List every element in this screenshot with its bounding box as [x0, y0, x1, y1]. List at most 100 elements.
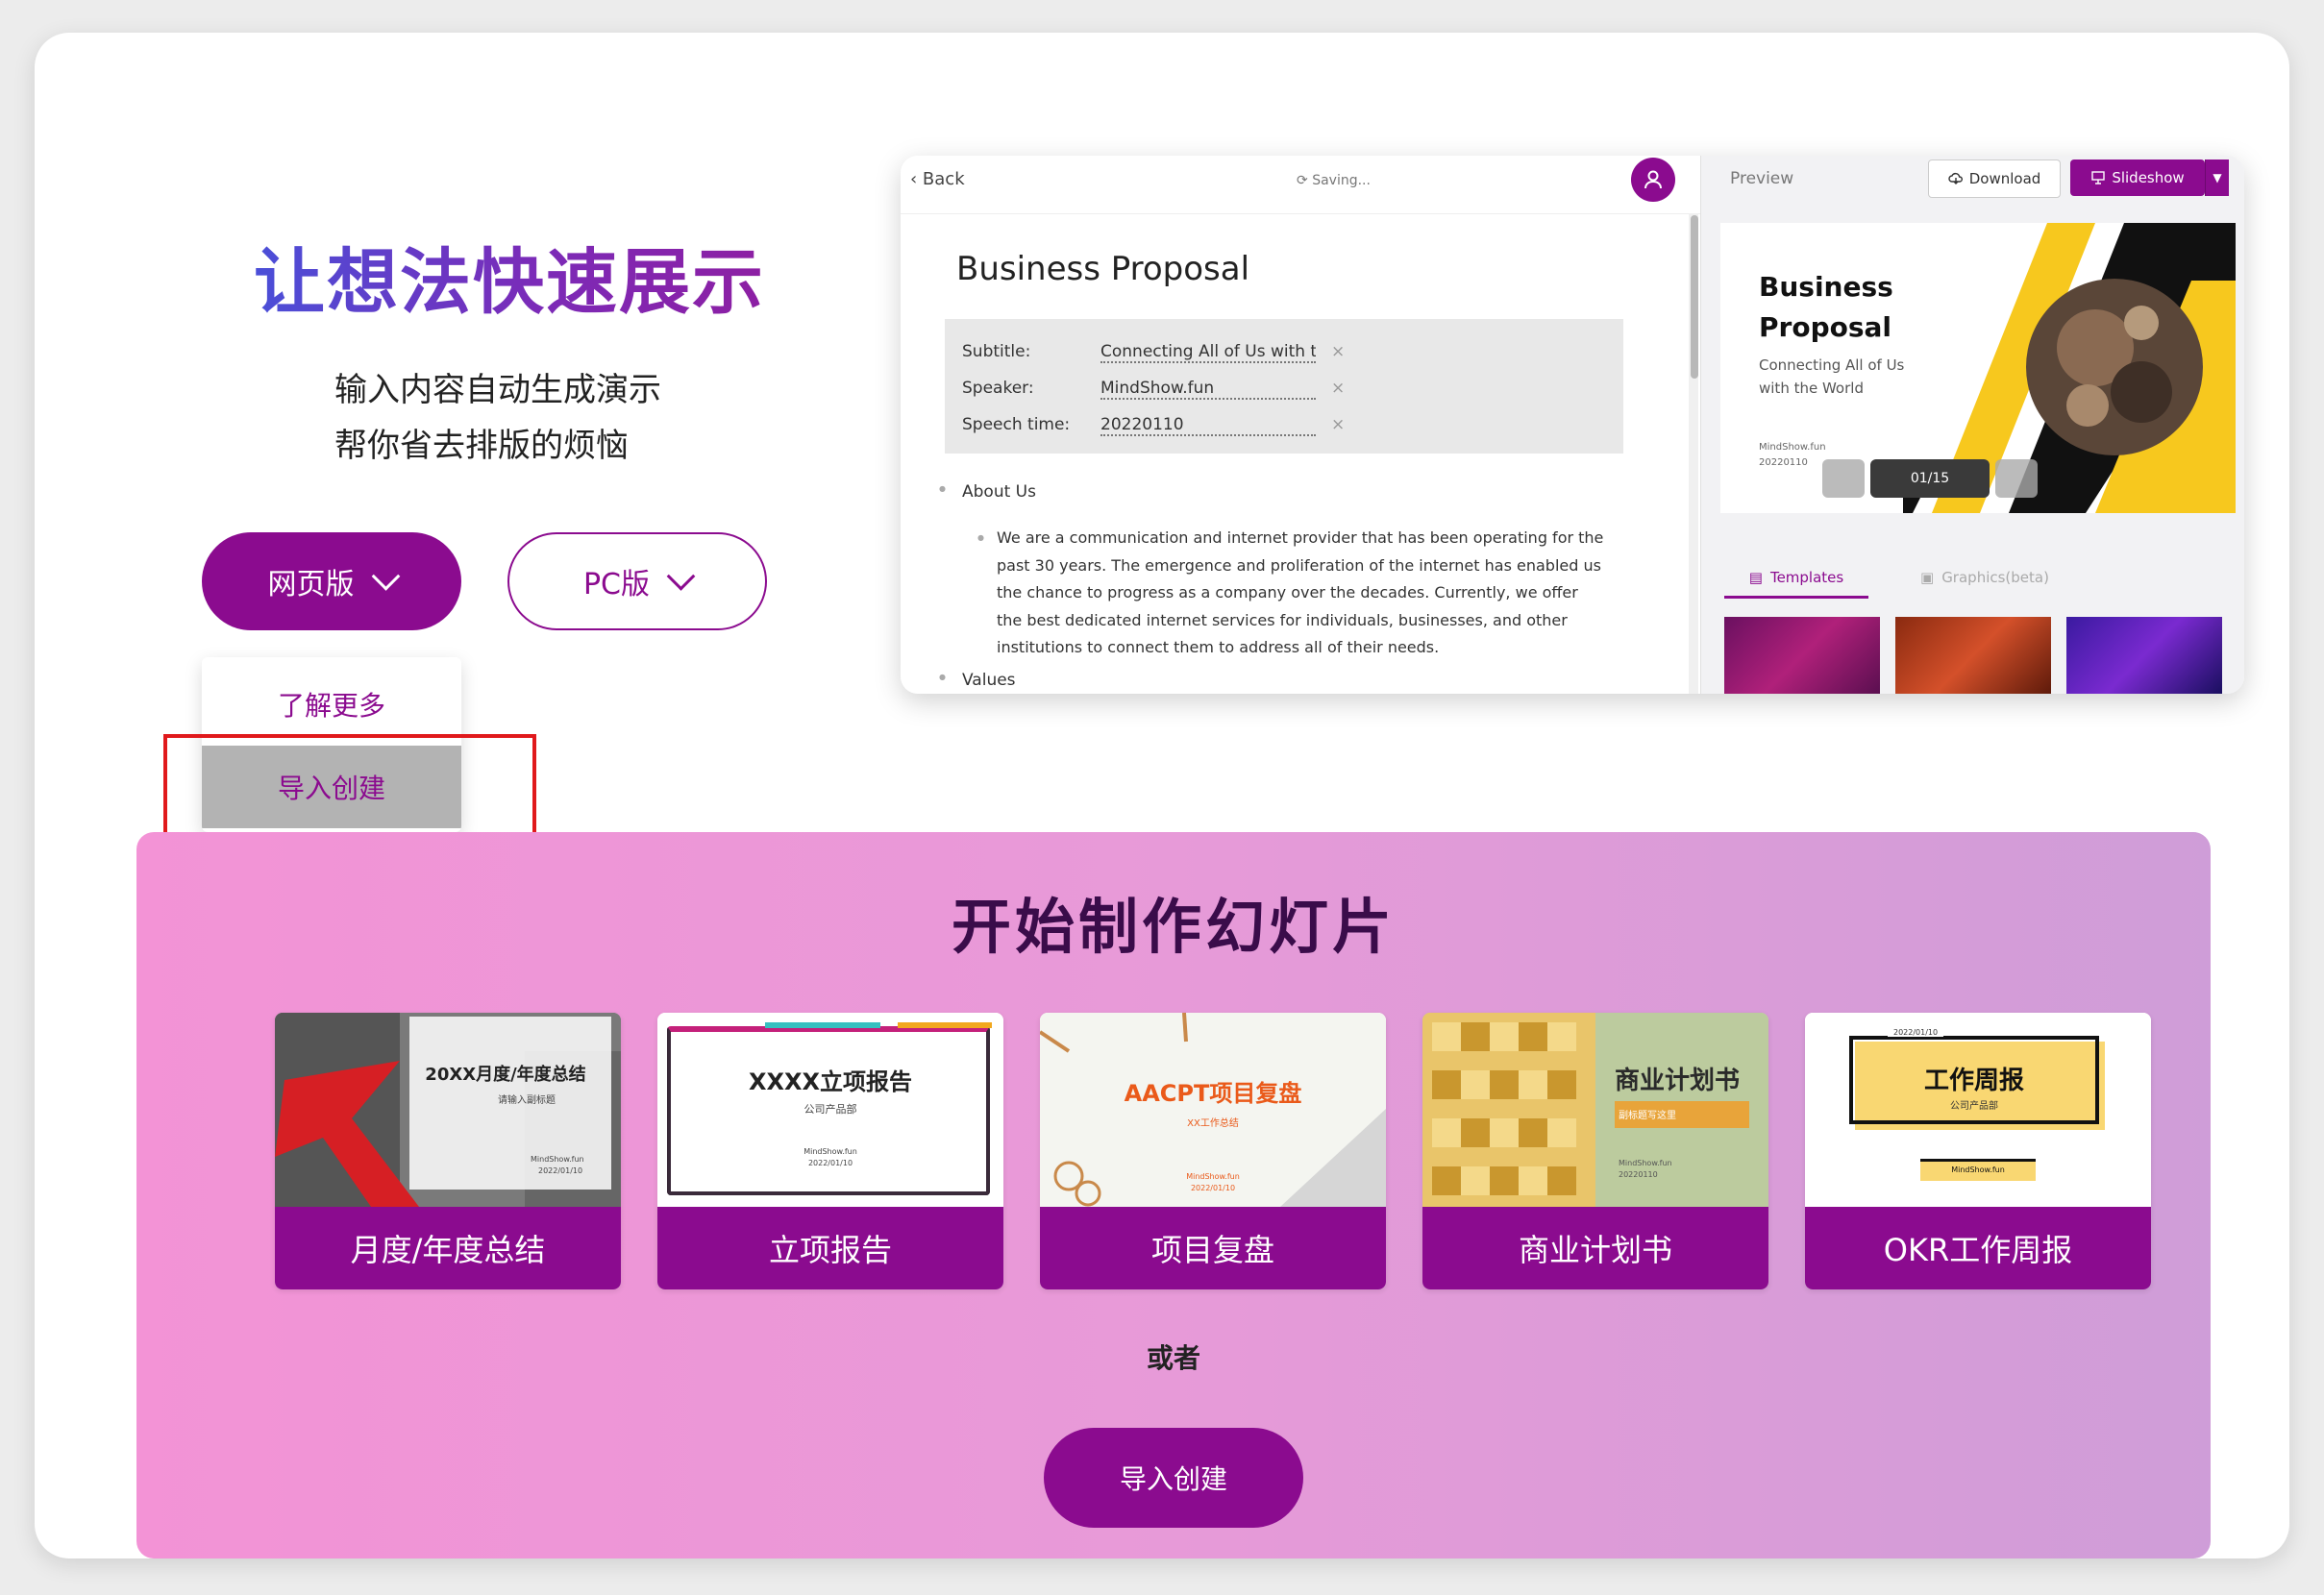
or-label: 或者	[1146, 1342, 1200, 1374]
pc-version-button[interactable]: PC版	[507, 532, 767, 630]
template-thumb-date: 2022/01/10	[1888, 1028, 1944, 1037]
template-label: 立项报告	[657, 1207, 1003, 1289]
previous-slide-button[interactable]	[1822, 459, 1865, 498]
outline-heading-about[interactable]: About Us	[939, 482, 1036, 502]
template-thumb-sub: XX工作总结	[1187, 1118, 1239, 1129]
pc-version-label: PC版	[582, 568, 651, 601]
outline-heading-values[interactable]: Values	[939, 671, 1015, 690]
subtitle-field[interactable]: Connecting All of Us with th	[1100, 342, 1316, 363]
section-title: 开始制作幻灯片	[951, 892, 1396, 962]
template-label: 月度/年度总结	[275, 1207, 621, 1289]
clear-icon[interactable]: ×	[1331, 415, 1345, 434]
slideshow-button[interactable]: Slideshow	[2070, 160, 2205, 196]
template-thumb-sub: 公司产品部	[804, 1103, 857, 1116]
clear-icon[interactable]: ×	[1331, 342, 1345, 361]
template-thumb-meta: MindShow.fun	[1186, 1172, 1240, 1181]
saving-status: ⟳ Saving...	[1297, 173, 1371, 188]
template-label: OKR工作周报	[1805, 1207, 2151, 1289]
import-create-button[interactable]: 导入创建	[1044, 1428, 1303, 1528]
back-label: Back	[922, 169, 965, 189]
template-thumb-title: 工作周报	[1923, 1067, 2024, 1095]
template-thumbnail[interactable]	[1895, 617, 2051, 694]
download-label: Download	[1968, 170, 2041, 187]
template-thumb-sub: 公司产品部	[1950, 1101, 1998, 1112]
scrollbar-thumb[interactable]	[1691, 215, 1698, 379]
template-card-business-plan[interactable]: 商业计划书 副标题写这里 MindShow.fun 20220110 商业计划书	[1422, 1013, 1768, 1289]
template-image: AACPT项目复盘 XX工作总结 MindShow.fun 2022/01/10	[1040, 1013, 1386, 1207]
meta-key: Speaker:	[962, 379, 1034, 398]
template-thumb-title: 商业计划书	[1615, 1067, 1741, 1095]
slide-meta-line2: 20220110	[1759, 457, 1808, 468]
preview-label: Preview	[1730, 169, 1794, 188]
speech-time-field[interactable]: 20220110	[1100, 415, 1316, 436]
template-thumb-sub: 请输入副标题	[498, 1095, 556, 1106]
chevron-down-icon	[666, 561, 696, 591]
template-image: 商业计划书 副标题写这里 MindShow.fun 20220110	[1422, 1013, 1768, 1207]
template-image: 2022/01/10 工作周报 公司产品部 MindShow.fun	[1805, 1013, 2151, 1207]
slideshow-dropdown-button[interactable]: ▼	[2205, 160, 2229, 196]
page-card: 让想法快速展示 输入内容自动生成演示 帮你省去排版的烦恼 网页版 PC版 了解更…	[35, 33, 2289, 1558]
template-image: XXXX立项报告 公司产品部 MindShow.fun 2022/01/10	[657, 1013, 1003, 1207]
template-card-okr-weekly[interactable]: 2022/01/10 工作周报 公司产品部 MindShow.fun OKR工作…	[1805, 1013, 2151, 1289]
tab-graphics-label: Graphics(beta)	[1941, 569, 2049, 586]
preview-tabs: ▤ Templates ▣ Graphics(beta)	[1720, 559, 2236, 599]
editor-panel: ‹ Back ⟳ Saving... Business Proposal Sub…	[901, 156, 1700, 694]
template-card-summary[interactable]: 20XX月度/年度总结 请输入副标题 MindShow.fun 2022/01/…	[275, 1013, 621, 1289]
cube-pattern	[1422, 1013, 1768, 1207]
user-icon	[1644, 170, 1662, 189]
meta-key: Speech time:	[962, 415, 1071, 434]
template-thumb-meta: MindShow.fun	[1920, 1159, 2036, 1181]
template-thumb-sub: 副标题写这里	[1619, 1111, 1676, 1121]
document-title[interactable]: Business Proposal	[956, 250, 1249, 288]
next-slide-button[interactable]	[1995, 459, 2038, 498]
back-button[interactable]: ‹ Back	[910, 169, 965, 189]
template-image: 20XX月度/年度总结 请输入副标题 MindShow.fun 2022/01/…	[275, 1013, 621, 1207]
slide-subtitle: Connecting All of Us with the World	[1759, 354, 1904, 400]
saving-label: Saving...	[1312, 173, 1371, 188]
tab-graphics[interactable]: ▣ Graphics(beta)	[1920, 559, 2049, 596]
web-version-button[interactable]: 网页版	[202, 532, 461, 630]
slide-preview: Business Proposal Connecting All of Us w…	[1720, 223, 2236, 513]
hero-subtitle-line1: 输入内容自动生成演示	[334, 371, 661, 409]
user-avatar[interactable]	[1631, 158, 1675, 202]
template-thumbnails	[1720, 617, 2236, 694]
template-thumbnail[interactable]	[2066, 617, 2222, 694]
template-thumb-date: 2022/01/10	[807, 1159, 853, 1167]
template-thumb-title: XXXX立项报告	[748, 1068, 912, 1095]
product-screenshot: ‹ Back ⟳ Saving... Business Proposal Sub…	[901, 156, 2244, 694]
page-indicator: 01/15	[1870, 459, 1990, 498]
template-accent-bar	[765, 1022, 880, 1028]
template-label: 项目复盘	[1040, 1207, 1386, 1289]
outline-paragraph[interactable]: We are a communication and internet prov…	[977, 525, 1606, 662]
template-icon: ▤	[1748, 569, 1763, 586]
download-button[interactable]: Download	[1928, 160, 2061, 198]
tab-templates[interactable]: ▤ Templates	[1724, 559, 1868, 599]
slide-meta-box: Subtitle: Connecting All of Us with th ×…	[945, 319, 1623, 454]
template-thumb-title: AACPT项目复盘	[1124, 1080, 1302, 1107]
caret-down-icon: ▼	[2213, 171, 2222, 184]
template-thumb-date: 2022/01/10	[1190, 1184, 1236, 1192]
template-card-project-review[interactable]: AACPT项目复盘 XX工作总结 MindShow.fun 2022/01/10…	[1040, 1013, 1386, 1289]
speaker-field[interactable]: MindShow.fun	[1100, 379, 1316, 400]
template-thumbnail[interactable]	[1724, 617, 1880, 694]
template-thumb-meta: MindShow.fun	[531, 1155, 584, 1164]
template-thumb-title: 20XX月度/年度总结	[425, 1065, 586, 1085]
slide-title-line1: Business	[1759, 271, 1893, 303]
chevron-down-icon	[371, 561, 400, 591]
slideshow-label: Slideshow	[2112, 169, 2185, 186]
sync-icon: ⟳	[1297, 173, 1313, 188]
slide-subtitle-line2: with the World	[1759, 380, 1864, 397]
tab-templates-label: Templates	[1769, 569, 1844, 586]
slide-meta: MindShow.fun 20220110	[1759, 440, 1826, 471]
cloud-download-icon	[1948, 172, 1963, 184]
chevron-left-icon: ‹	[910, 169, 923, 189]
building-illustration	[275, 1013, 621, 1207]
template-thumb-meta: MindShow.fun	[804, 1147, 857, 1156]
template-card-project-report[interactable]: XXXX立项报告 公司产品部 MindShow.fun 2022/01/10 立…	[657, 1013, 1003, 1289]
template-thumb-date: 2022/01/10	[538, 1166, 583, 1175]
hero-title: 让想法快速展示	[254, 225, 763, 328]
graphics-icon: ▣	[1920, 569, 1935, 586]
clear-icon[interactable]: ×	[1331, 379, 1345, 398]
slide-title: Business Proposal	[1759, 267, 1893, 348]
template-thumb-meta: MindShow.fun	[1619, 1159, 1672, 1167]
